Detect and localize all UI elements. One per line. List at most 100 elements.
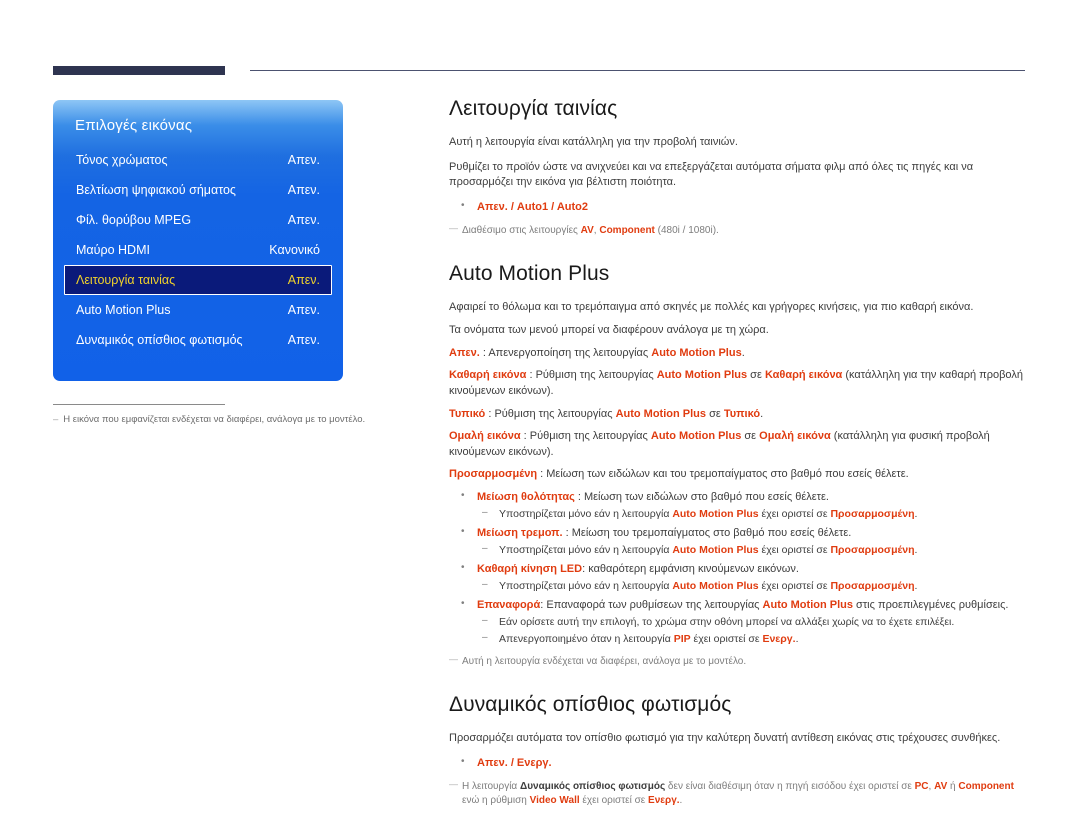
amp-subnote-post: . — [914, 507, 918, 520]
amp-model-note: Αυτή η λειτουργία ενδέχεται να διαφέρει,… — [449, 653, 1029, 670]
heading-movie-mode: Λειτουργία ταινίας — [449, 97, 618, 120]
dbl-note-mid-2: ή — [947, 780, 959, 792]
dbl-note-post: . — [679, 795, 683, 807]
dbl-note-source-component: Component — [958, 780, 1014, 792]
left-footnote: – Η εικόνα που εμφανίζεται ενδέχεται να … — [53, 414, 433, 427]
movie-mode-paragraph-1: Αυτή η λειτουργία είναι κατάλληλη για τη… — [449, 136, 738, 149]
amp-subnote-pre: Υποστηρίζεται μόνο εάν η λειτουργία — [499, 544, 673, 557]
amp-subnote-em-1: Auto Motion Plus — [672, 544, 759, 557]
amp-sub-term: Μείωση τρεμοπ. — [477, 527, 563, 540]
amp-def-term: Απεν. — [449, 346, 480, 359]
amp-sub-term: Καθαρή κίνηση LED — [477, 563, 583, 576]
amp-reset-note-mid: έχει οριστεί σε — [690, 632, 763, 645]
dbl-note-mid-3: ενώ η ρύθμιση — [462, 795, 530, 807]
amp-reset-term: Επαναφορά — [477, 599, 541, 612]
amp-subnote-pre: Υποστηρίζεται μόνο εάν η λειτουργία — [499, 507, 673, 520]
osd-row-auto-motion-plus[interactable]: Auto Motion Plus Απεν. — [64, 295, 332, 325]
amp-reset-em-1: Auto Motion Plus — [762, 599, 853, 612]
list-item: Υποστηρίζεται μόνο εάν η λειτουργία Auto… — [477, 506, 1029, 522]
movie-mode-options: Απεν. / Auto1 / Auto2 — [477, 200, 589, 213]
osd-row-label: Μαύρο HDMI — [76, 243, 150, 257]
heading-auto-motion-plus: Auto Motion Plus — [449, 262, 610, 286]
list-item: Υποστηρίζεται μόνο εάν η λειτουργία Auto… — [477, 578, 1029, 594]
footnote-text: Η εικόνα που εμφανίζεται ενδέχεται να δι… — [63, 414, 366, 425]
amp-def-body-2: σε — [747, 369, 765, 382]
osd-row-label: Λειτουργία ταινίας — [76, 273, 176, 287]
amp-sub-desc: καθαρότερη εμφάνιση κινούμενων εικόνων. — [588, 563, 799, 576]
amp-subnote-em-1: Auto Motion Plus — [672, 580, 759, 593]
left-column: Επιλογές εικόνας Τόνος χρώματος Απεν. Βε… — [53, 100, 433, 427]
note-source-av: AV — [580, 224, 594, 236]
osd-row-digital-clean-view[interactable]: Βελτίωση ψηφιακού σήματος Απεν. — [64, 175, 332, 205]
osd-row-color-tone[interactable]: Τόνος χρώματος Απεν. — [64, 145, 332, 175]
list-item: Υποστηρίζεται μόνο εάν η λειτουργία Auto… — [477, 542, 1029, 558]
amp-def-clear: Καθαρή εικόνα : Ρύθμιση της λειτουργίας … — [449, 368, 1029, 399]
amp-def-term: Ομαλή εικόνα — [449, 430, 521, 443]
dynamic-backlight-note: Η λειτουργία Δυναμικός οπίσθιος φωτισμός… — [449, 778, 1029, 809]
right-column: Λειτουργία ταινίας Αυτή η λειτουργία είν… — [449, 97, 1029, 818]
header-accent-bar — [53, 66, 225, 75]
list-item: Απεν. / Auto1 / Auto2 — [449, 199, 1029, 216]
amp-def-body-2: σε — [706, 407, 724, 420]
osd-row-mpeg-noise-filter[interactable]: Φίλ. θορύβου MPEG Απεν. — [64, 205, 332, 235]
amp-def-body-1: Απενεργοποίηση της λειτουργίας — [488, 346, 652, 359]
amp-subnote-mid: έχει οριστεί σε — [758, 507, 831, 520]
amp-sub-sep: : — [574, 490, 584, 503]
movie-mode-options-list: Απεν. / Auto1 / Auto2 — [449, 199, 1029, 216]
amp-def-em-1: Auto Motion Plus — [615, 407, 707, 420]
note-text-pre: Διαθέσιμο στις λειτουργίες — [462, 224, 581, 236]
list-item: Απεν. / Ενεργ. — [449, 755, 1029, 772]
amp-def-term: Προσαρμοσμένη — [449, 468, 538, 481]
list-item: Καθαρή κίνηση LED: καθαρότερη εμφάνιση κ… — [449, 561, 1029, 594]
dbl-note-pre: Η λειτουργία — [462, 780, 520, 792]
list-item: Επαναφορά: Επαναφορά των ρυθμίσεων της λ… — [449, 597, 1029, 646]
amp-def-body-2: σε — [741, 430, 760, 443]
amp-reset-note-post: . — [795, 632, 799, 645]
dbl-note-on-value: Ενεργ. — [648, 795, 680, 807]
amp-def-sep: : — [526, 369, 536, 382]
amp-subnote-post: . — [914, 544, 918, 557]
amp-subnote-mid: έχει οριστεί σε — [758, 580, 831, 593]
header-divider-line — [250, 70, 1025, 71]
amp-subnote-em-2: Προσαρμοσμένη — [830, 507, 915, 520]
left-footnote-rule — [53, 404, 225, 405]
osd-menu-rows: Τόνος χρώματος Απεν. Βελτίωση ψηφιακού σ… — [53, 145, 343, 355]
heading-dynamic-backlight: Δυναμικός οπίσθιος φωτισμός — [449, 693, 732, 717]
amp-def-body-3: . — [760, 407, 764, 420]
amp-paragraph-2: Τα ονόματα των μενού μπορεί να διαφέρουν… — [449, 324, 769, 337]
dbl-note-mid-1: δεν είναι διαθέσιμη όταν η πηγή εισόδου … — [665, 780, 915, 792]
amp-subnote-post: . — [914, 580, 918, 593]
amp-reset-note-em-1: PIP — [673, 632, 691, 645]
osd-row-value: Απεν. — [287, 183, 320, 197]
osd-row-dynamic-backlight[interactable]: Δυναμικός οπίσθιος φωτισμός Απεν. — [64, 325, 332, 355]
amp-reset-body-2: στις προεπιλεγμένες ρυθμίσεις. — [852, 599, 1009, 612]
amp-sub-notes: Υποστηρίζεται μόνο εάν η λειτουργία Auto… — [477, 542, 1029, 558]
amp-custom-sub-options: Μείωση θολότητας : Μείωση των ειδώλων στ… — [449, 489, 1029, 647]
amp-def-sep: : — [520, 430, 530, 443]
osd-menu-title: Επιλογές εικόνας — [75, 117, 193, 134]
amp-def-off: Απεν. : Απενεργοποίηση της λειτουργίας A… — [449, 346, 1029, 362]
osd-row-label: Τόνος χρώματος — [76, 153, 168, 167]
footnote-dash-marker: – — [53, 414, 59, 425]
amp-sub-desc: Μείωση του τρεμοπαίγματος στο βαθμό που … — [571, 527, 852, 540]
movie-mode-paragraph-2: Ρυθμίζει το προϊόν ώστε να ανιχνεύει και… — [449, 160, 974, 189]
osd-row-film-mode[interactable]: Λειτουργία ταινίας Απεν. — [64, 265, 332, 295]
amp-def-sep: : — [537, 468, 547, 481]
amp-def-body-1: Ρύθμιση της λειτουργίας — [535, 369, 657, 382]
osd-row-hdmi-black-level[interactable]: Μαύρο HDMI Κανονικό — [64, 235, 332, 265]
movie-mode-note: Διαθέσιμο στις λειτουργίες AV, Component… — [449, 222, 1029, 239]
amp-subnote-em-2: Προσαρμοσμένη — [830, 544, 915, 557]
osd-row-value: Απεν. — [287, 153, 320, 167]
page-header — [0, 62, 1080, 82]
amp-def-term: Τυπικό — [449, 407, 486, 420]
osd-row-value: Απεν. — [287, 333, 320, 347]
amp-def-em-1: Auto Motion Plus — [650, 430, 742, 443]
osd-row-label: Φίλ. θορύβου MPEG — [76, 213, 192, 227]
osd-row-value: Κανονικό — [269, 243, 320, 257]
note-source-component: Component — [599, 224, 655, 236]
amp-reset-note-em-2: Ενεργ. — [762, 632, 796, 645]
amp-reset-note-pre: Εάν ορίσετε αυτή την επιλογή, το χρώμα σ… — [499, 616, 955, 629]
list-item: Μείωση τρεμοπ. : Μείωση του τρεμοπαίγματ… — [449, 525, 1029, 558]
amp-def-body-1: Ρύθμιση της λειτουργίας — [494, 407, 616, 420]
amp-subnote-mid: έχει οριστεί σε — [758, 544, 831, 557]
